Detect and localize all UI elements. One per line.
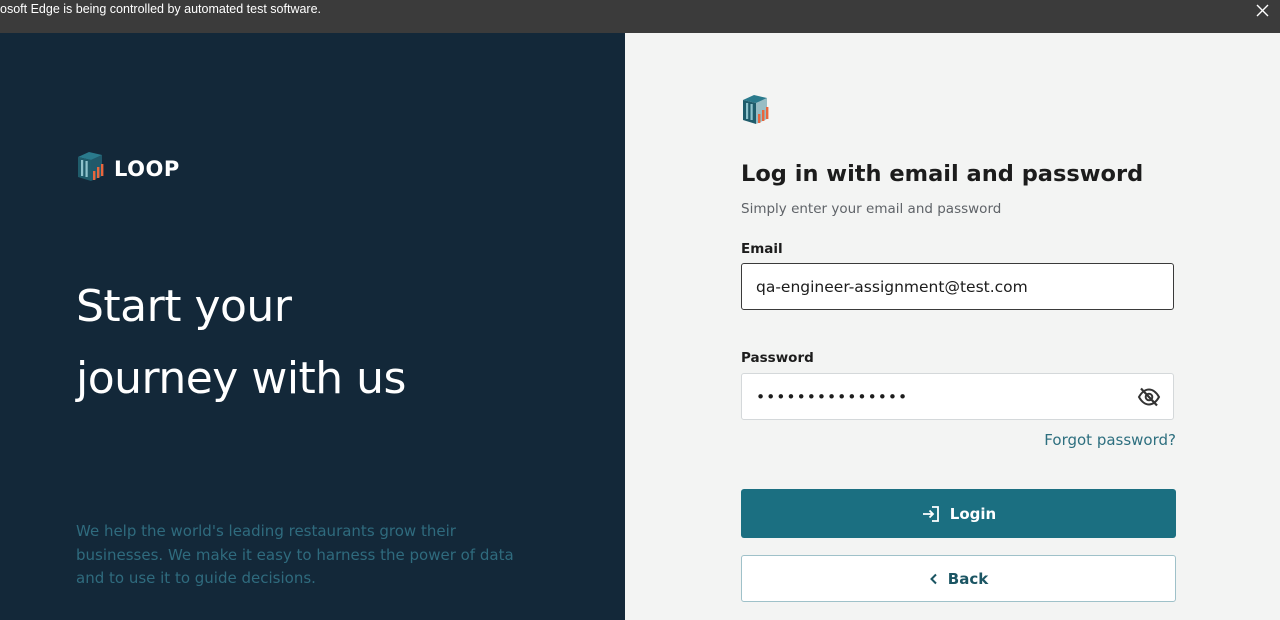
forgot-password-link[interactable]: Forgot password? xyxy=(1044,431,1176,449)
login-button-label: Login xyxy=(949,504,997,523)
back-button-label: Back xyxy=(947,569,989,588)
hero-headline-line-1: Start your xyxy=(76,281,292,332)
password-field[interactable] xyxy=(742,374,1173,419)
brand-logo: LOOP xyxy=(76,150,180,187)
brand-name: LOOP xyxy=(114,156,180,181)
email-label: Email xyxy=(741,241,783,257)
email-field[interactable] xyxy=(742,264,1173,309)
close-icon[interactable] xyxy=(1250,0,1274,20)
login-subtitle: Simply enter your email and password xyxy=(741,201,1002,217)
chevron-left-icon xyxy=(929,573,939,585)
brand-panel: LOOP Start your journey with us We help … xyxy=(0,33,625,620)
hero-headline-line-2: journey with us xyxy=(76,353,406,404)
email-field-container xyxy=(741,263,1174,310)
back-button[interactable]: Back xyxy=(741,555,1176,602)
infobar-message: osoft Edge is being controlled by automa… xyxy=(0,2,322,16)
login-panel: Log in with email and password Simply en… xyxy=(625,33,1280,620)
automation-infobar: osoft Edge is being controlled by automa… xyxy=(0,0,1280,33)
hero-headline: Start your journey with us xyxy=(76,271,556,415)
login-button[interactable]: Login xyxy=(741,489,1176,538)
password-field-container xyxy=(741,373,1174,420)
login-title: Log in with email and password xyxy=(741,161,1144,187)
eye-off-icon[interactable] xyxy=(1137,386,1161,408)
password-label: Password xyxy=(741,350,814,366)
brand-tagline: We help the world's leading restaurants … xyxy=(76,522,514,587)
loop-logo-icon xyxy=(741,93,771,130)
login-arrow-icon xyxy=(921,505,941,523)
loop-logo-icon xyxy=(76,150,106,187)
